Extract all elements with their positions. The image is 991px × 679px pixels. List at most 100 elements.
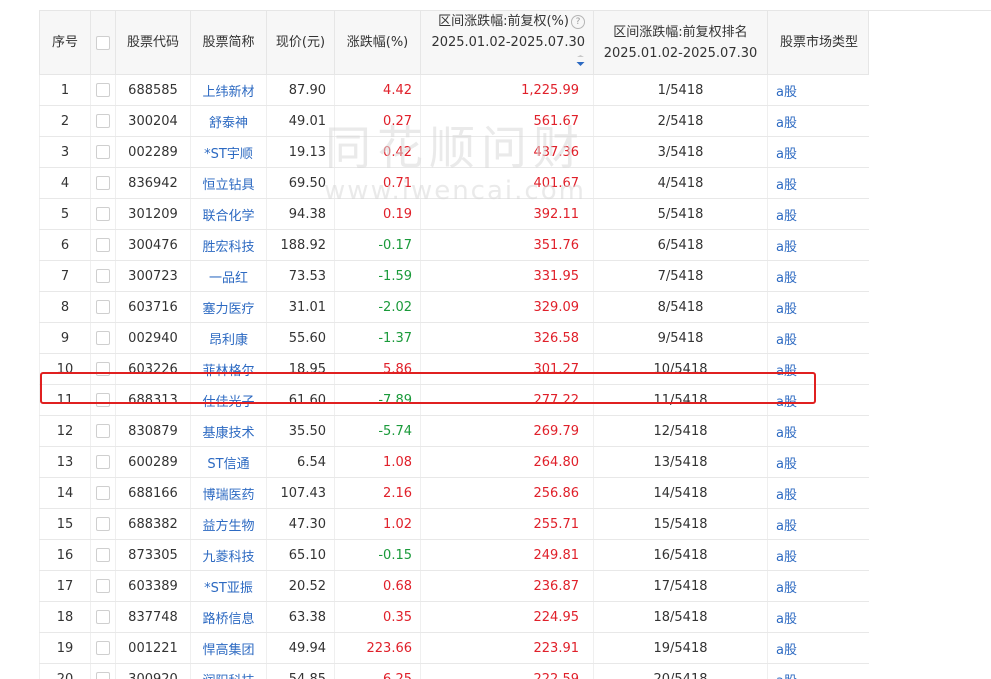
row-select-checkbox[interactable] — [96, 424, 110, 438]
stock-name-link[interactable]: 悍高集团 — [190, 632, 267, 664]
table-row[interactable]: 10 603226 菲林格尔 18.95 5.86 301.27 10/5418 a股 — [39, 353, 991, 385]
stock-name-link[interactable]: *ST亚振 — [190, 570, 267, 602]
table-row[interactable]: 3 002289 *ST宇顺 19.13 0.42 437.36 3/5418 a股 — [39, 136, 991, 168]
stock-name-link[interactable]: 昂利康 — [190, 322, 267, 354]
stock-name-link[interactable]: 润阳科技 — [190, 663, 267, 679]
market-type-link[interactable]: a股 — [767, 508, 869, 540]
row-checkbox[interactable] — [90, 198, 116, 230]
row-checkbox[interactable] — [90, 663, 116, 679]
row-checkbox[interactable] — [90, 136, 116, 168]
market-type-link[interactable]: a股 — [767, 105, 869, 137]
table-row[interactable]: 2 300204 舒泰神 49.01 0.27 561.67 2/5418 a股 — [39, 105, 991, 137]
table-row[interactable]: 16 873305 九菱科技 65.10 -0.15 249.81 16/5418 a股 — [39, 539, 991, 571]
market-type-link[interactable]: a股 — [767, 136, 869, 168]
market-type-link[interactable]: a股 — [767, 632, 869, 664]
row-select-checkbox[interactable] — [96, 455, 110, 469]
row-checkbox[interactable] — [90, 446, 116, 478]
row-select-checkbox[interactable] — [96, 300, 110, 314]
stock-name-link[interactable]: 基康技术 — [190, 415, 267, 447]
table-row[interactable]: 20 300920润阳科技54.856.25222.5920/5418a股 — [39, 663, 991, 679]
header-select-all[interactable] — [90, 10, 116, 75]
row-checkbox[interactable] — [90, 570, 116, 602]
market-type-link[interactable]: a股 — [767, 570, 869, 602]
table-row[interactable]: 14 688166 博瑞医药 107.43 2.16 256.86 14/5418 a股 — [39, 477, 991, 509]
row-checkbox[interactable] — [90, 322, 116, 354]
row-checkbox[interactable] — [90, 601, 116, 633]
row-select-checkbox[interactable] — [96, 176, 110, 190]
market-type-link[interactable]: a股 — [767, 663, 869, 679]
row-checkbox[interactable] — [90, 384, 116, 416]
market-type-link[interactable]: a股 — [767, 384, 869, 416]
row-checkbox[interactable] — [90, 74, 116, 106]
row-checkbox[interactable] — [90, 260, 116, 292]
stock-name-link[interactable]: *ST宇顺 — [190, 136, 267, 168]
table-row[interactable]: 18 837748 路桥信息 63.38 0.35 224.95 18/5418 a股 — [39, 601, 991, 633]
header-range-rank[interactable]: 区间涨跌幅:前复权排名 2025.01.02-2025.07.30 — [593, 10, 768, 75]
table-row[interactable]: 13 600289 ST信通 6.54 1.08 264.80 13/5418 a股 — [39, 446, 991, 478]
header-range-change[interactable]: 区间涨跌幅:前复权(%)? 2025.01.02-2025.07.30 — [420, 10, 594, 75]
table-row[interactable]: 5 301209 联合化学 94.38 0.19 392.11 5/5418 a股 — [39, 198, 991, 230]
stock-name-link[interactable]: 胜宏科技 — [190, 229, 267, 261]
stock-name-link[interactable]: 一品红 — [190, 260, 267, 292]
stock-name-link[interactable]: 九菱科技 — [190, 539, 267, 571]
stock-name-link[interactable]: 塞力医疗 — [190, 291, 267, 323]
market-type-link[interactable]: a股 — [767, 477, 869, 509]
stock-name-link[interactable]: ST信通 — [190, 446, 267, 478]
stock-name-link[interactable]: 博瑞医药 — [190, 477, 267, 509]
stock-name-link[interactable]: 菲林格尔 — [190, 353, 267, 385]
row-checkbox[interactable] — [90, 415, 116, 447]
market-type-link[interactable]: a股 — [767, 229, 869, 261]
row-checkbox[interactable] — [90, 167, 116, 199]
row-checkbox[interactable] — [90, 105, 116, 137]
row-checkbox[interactable] — [90, 539, 116, 571]
header-name[interactable]: 股票简称 — [190, 10, 267, 75]
table-row[interactable]: 7 300723 一品红 73.53 -1.59 331.95 7/5418 a股 — [39, 260, 991, 292]
market-type-link[interactable]: a股 — [767, 446, 869, 478]
table-row[interactable]: 8 603716 塞力医疗 31.01 -2.02 329.09 8/5418 a股 — [39, 291, 991, 323]
table-row[interactable]: 4 836942 恒立钻具 69.50 0.71 401.67 4/5418 a股 — [39, 167, 991, 199]
market-type-link[interactable]: a股 — [767, 322, 869, 354]
row-select-checkbox[interactable] — [96, 641, 110, 655]
header-change[interactable]: 涨跌幅(%) — [334, 10, 421, 75]
header-price[interactable]: 现价(元) — [266, 10, 335, 75]
table-row[interactable]: 11 688313 仕佳光子 61.60 -7.89 277.22 11/5418 a股 — [39, 384, 991, 416]
stock-name-link[interactable]: 益方生物 — [190, 508, 267, 540]
market-type-link[interactable]: a股 — [767, 539, 869, 571]
table-row[interactable]: 15 688382 益方生物 47.30 1.02 255.71 15/5418 a股 — [39, 508, 991, 540]
row-select-checkbox[interactable] — [96, 517, 110, 531]
row-select-checkbox[interactable] — [96, 486, 110, 500]
table-row[interactable]: 1 688585 上纬新材 87.90 4.42 1,225.99 1/5418 a股 — [39, 74, 991, 106]
row-select-checkbox[interactable] — [96, 145, 110, 159]
stock-name-link[interactable]: 舒泰神 — [190, 105, 267, 137]
row-select-checkbox[interactable] — [96, 207, 110, 221]
row-select-checkbox[interactable] — [96, 238, 110, 252]
stock-name-link[interactable]: 上纬新材 — [190, 74, 267, 106]
row-checkbox[interactable] — [90, 477, 116, 509]
row-select-checkbox[interactable] — [96, 83, 110, 97]
market-type-link[interactable]: a股 — [767, 291, 869, 323]
row-checkbox[interactable] — [90, 632, 116, 664]
table-row[interactable]: 12 830879 基康技术 35.50 -5.74 269.79 12/5418 a股 — [39, 415, 991, 447]
stock-name-link[interactable]: 路桥信息 — [190, 601, 267, 633]
market-type-link[interactable]: a股 — [767, 74, 869, 106]
table-row[interactable]: 19 001221 悍高集团 49.94 223.66 223.91 19/5418 a股 — [39, 632, 991, 664]
market-type-link[interactable]: a股 — [767, 260, 869, 292]
table-row[interactable]: 9 002940 昂利康 55.60 -1.37 326.58 9/5418 a股 — [39, 322, 991, 354]
sort-desc-icon[interactable] — [576, 53, 585, 74]
row-checkbox[interactable] — [90, 229, 116, 261]
row-select-checkbox[interactable] — [96, 610, 110, 624]
row-select-checkbox[interactable] — [96, 362, 110, 376]
market-type-link[interactable]: a股 — [767, 167, 869, 199]
header-market-type[interactable]: 股票市场类型 — [767, 10, 869, 75]
row-select-checkbox[interactable] — [96, 393, 110, 407]
stock-name-link[interactable]: 联合化学 — [190, 198, 267, 230]
row-checkbox[interactable] — [90, 353, 116, 385]
table-row[interactable]: 6 300476 胜宏科技 188.92 -0.17 351.76 6/5418 a股 — [39, 229, 991, 261]
row-select-checkbox[interactable] — [96, 269, 110, 283]
market-type-link[interactable]: a股 — [767, 601, 869, 633]
row-checkbox[interactable] — [90, 508, 116, 540]
market-type-link[interactable]: a股 — [767, 415, 869, 447]
select-all-checkbox[interactable] — [96, 35, 110, 50]
row-checkbox[interactable] — [90, 291, 116, 323]
market-type-link[interactable]: a股 — [767, 353, 869, 385]
